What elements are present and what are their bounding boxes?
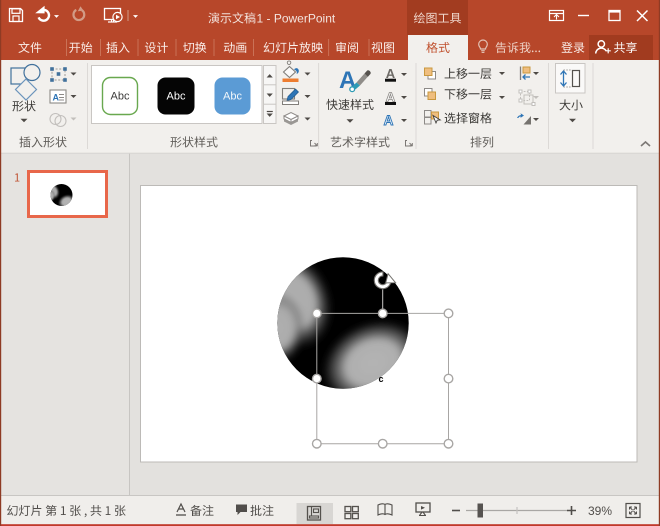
svg-text:Abc: Abc [223, 91, 242, 103]
svg-text:A: A [53, 93, 60, 103]
svg-text:Abc: Abc [167, 91, 186, 103]
svg-text:A: A [384, 113, 394, 128]
svg-text:39%: 39% [588, 504, 612, 518]
svg-text:c: c [379, 374, 384, 384]
svg-text:1 - PowerPoint: 1 - PowerPoint [257, 12, 336, 26]
svg-text:Abc: Abc [111, 91, 130, 103]
